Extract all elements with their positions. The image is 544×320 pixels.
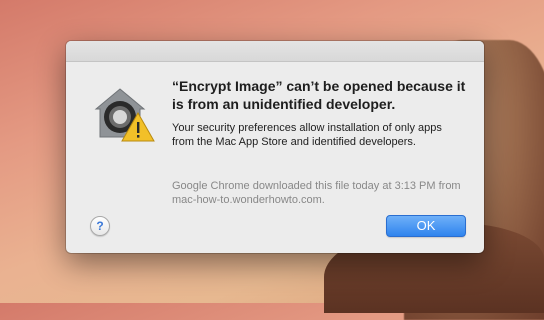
ok-button[interactable]: OK	[386, 215, 466, 237]
dialog-message: Your security preferences allow installa…	[172, 122, 442, 148]
dialog-heading: “Encrypt Image” can’t be opened because …	[172, 78, 466, 112]
gatekeeper-warning-icon	[92, 83, 158, 145]
download-info: Google Chrome downloaded this file today…	[172, 180, 461, 206]
dialog-titlebar	[66, 41, 484, 62]
help-button[interactable]: ?	[90, 216, 110, 236]
security-alert-dialog: “Encrypt Image” can’t be opened because …	[66, 41, 484, 253]
